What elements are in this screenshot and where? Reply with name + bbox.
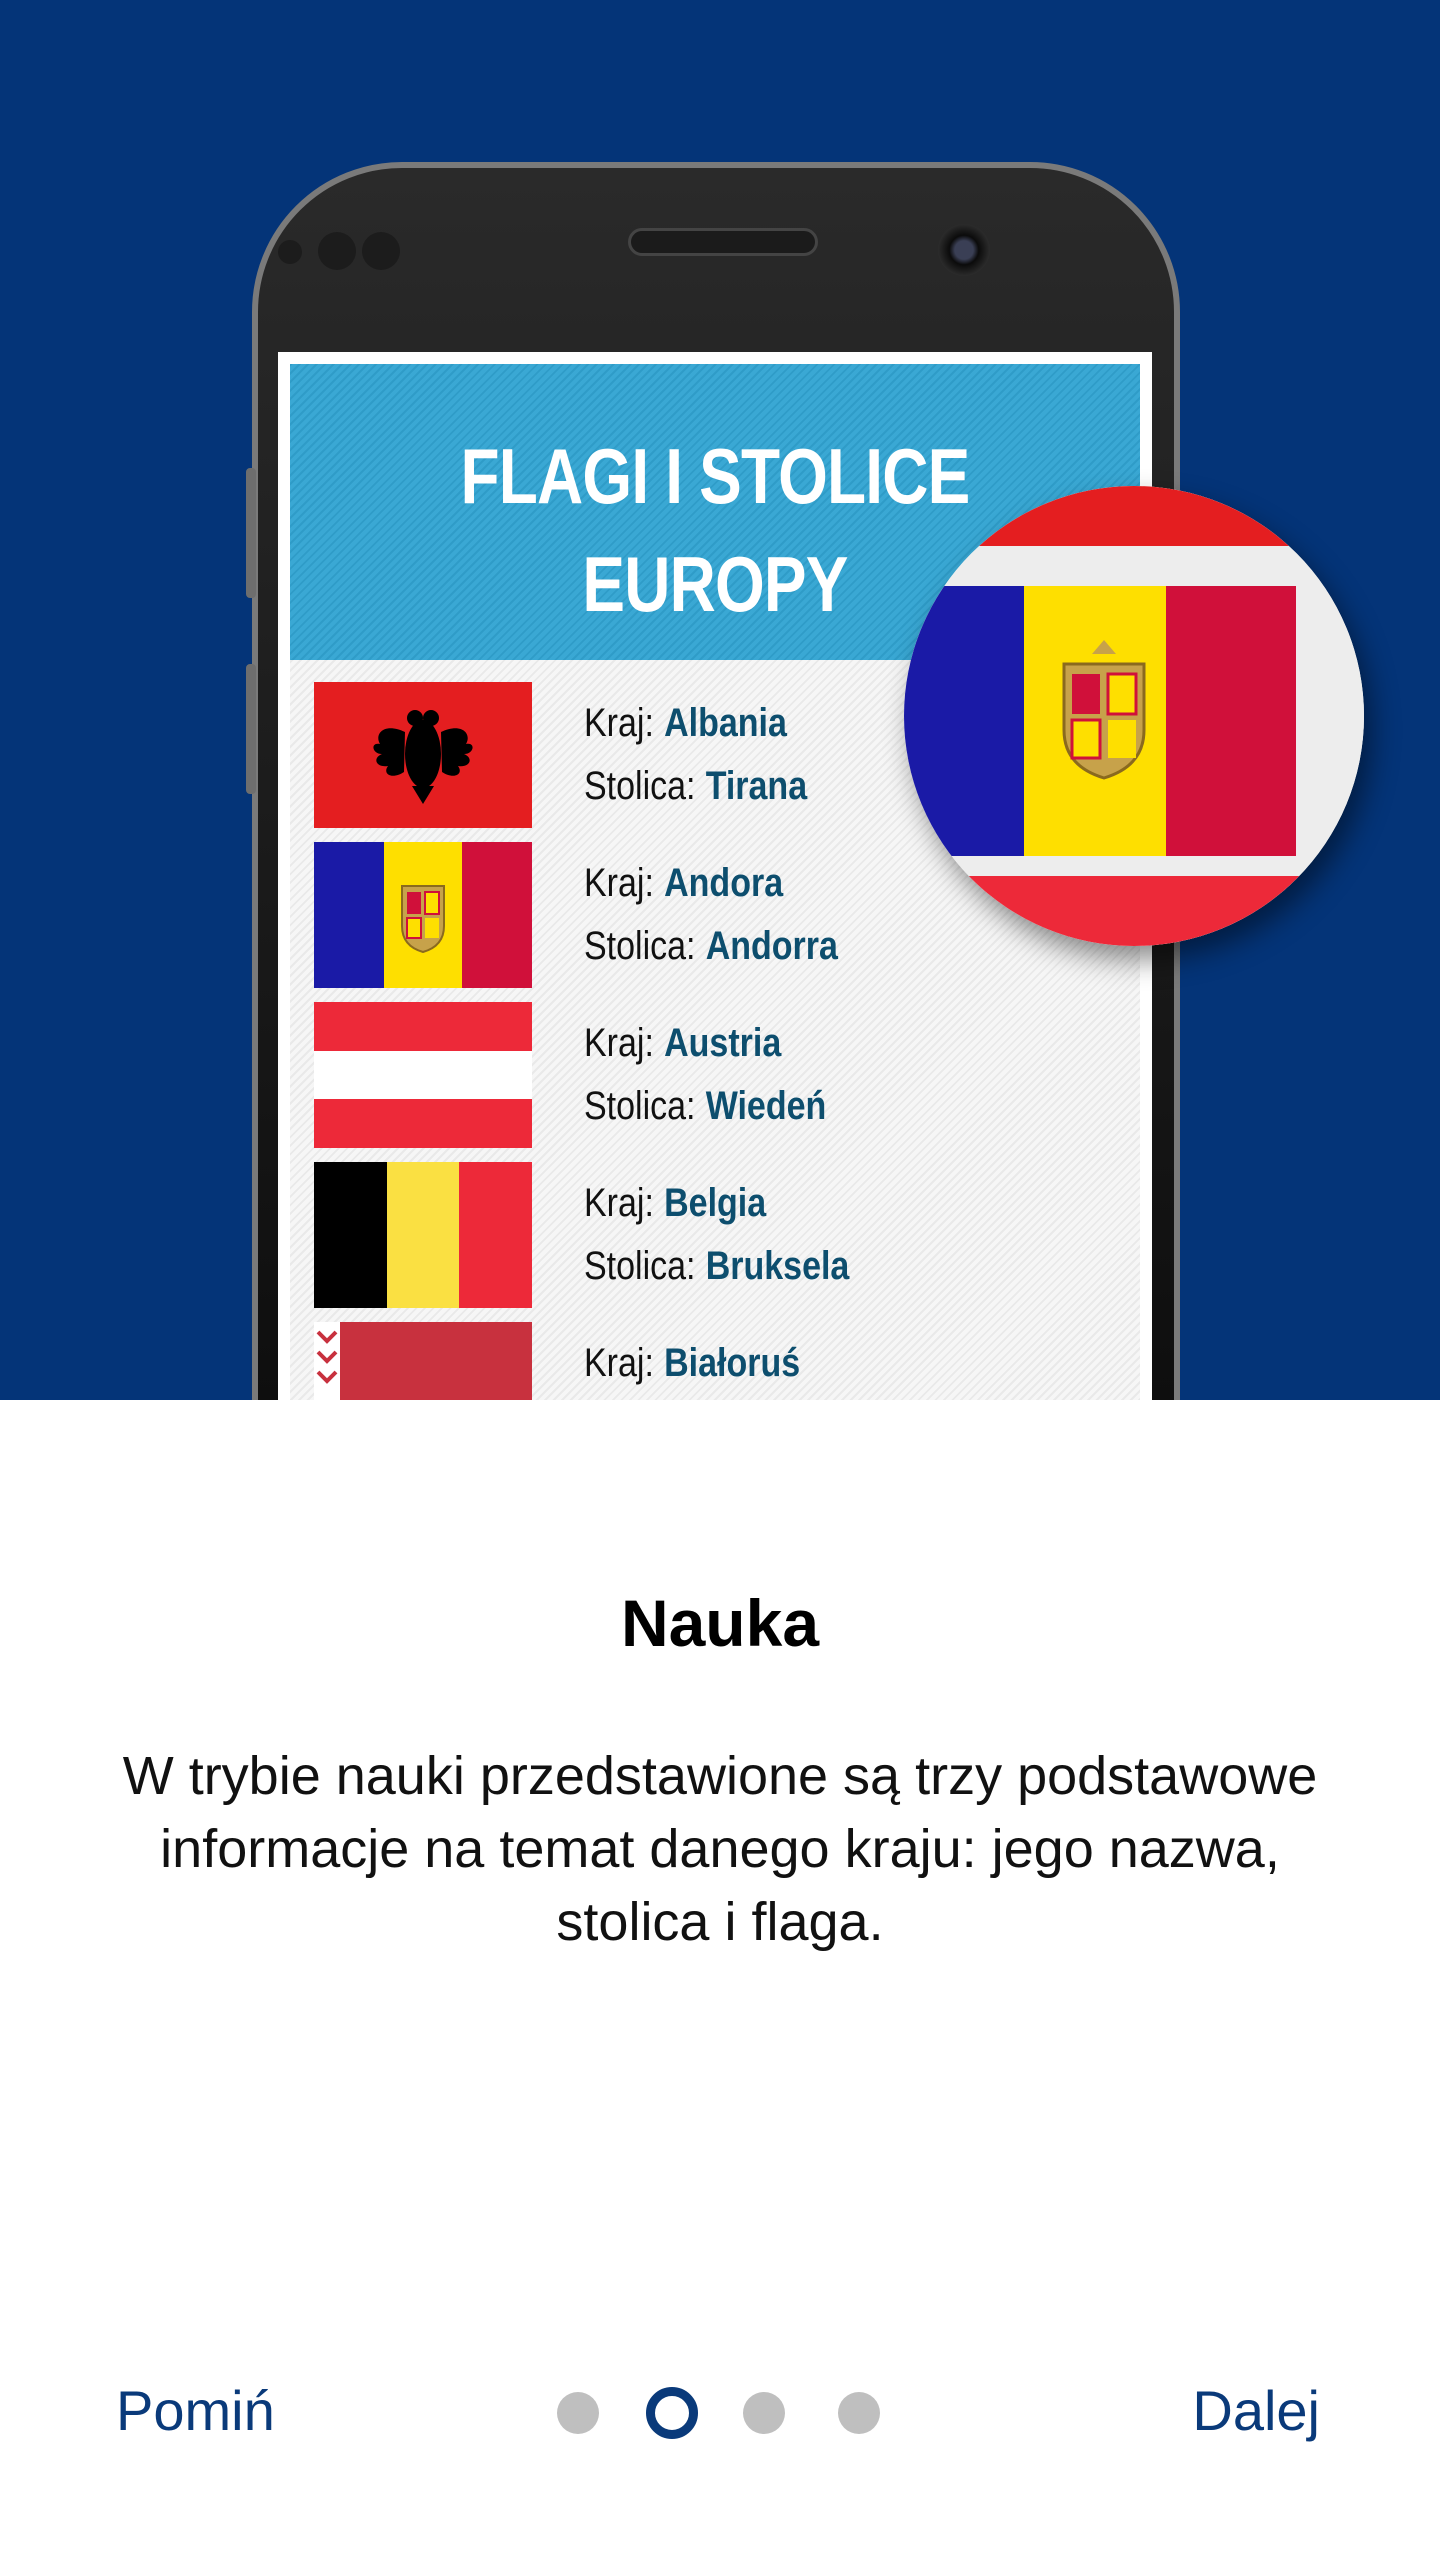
page-indicator-dot[interactable] [557, 2392, 599, 2434]
list-item: Kraj: Belgia Stolica: Bruksela [314, 1162, 1134, 1308]
slide-description: W trybie nauki przedstawione są trzy pod… [122, 1746, 1318, 1952]
page-indicator-dot[interactable] [838, 2392, 880, 2434]
list-item: Kraj:Białoruś Stolica: [314, 1322, 1134, 1400]
andorra-flag-icon [314, 842, 532, 988]
country-info: Kraj: Belgia Stolica: Bruksela [584, 1172, 849, 1298]
country-name: Albania [664, 701, 787, 745]
magnifier-zoom [904, 486, 1364, 946]
belarus-flag-icon [314, 1322, 532, 1400]
country-name: Austria [664, 1021, 782, 1065]
country-name: Andora [664, 861, 784, 905]
page-indicator-dot-active[interactable] [646, 2387, 698, 2439]
country-name: Belgia [664, 1181, 767, 1225]
country-info: Kraj: Albania Stolica: Tirana [584, 692, 807, 818]
country-info: Kraj: Andora Stolica: Andorra [584, 852, 838, 978]
country-label: Kraj: [584, 701, 654, 745]
country-label: Kraj: [584, 1181, 654, 1225]
slide-title: Nauka [620, 1586, 820, 1660]
belgium-flag-icon [314, 1162, 532, 1308]
capital-name: Tirana [705, 764, 808, 808]
list-item: Kraj: Austria Stolica: Wiedeń [314, 1002, 1134, 1148]
country-name: Białoruś [664, 1341, 801, 1385]
next-button[interactable]: Dalej [1192, 2378, 1320, 2443]
albania-flag-icon [314, 682, 532, 828]
capital-label: Stolica: [584, 924, 696, 968]
hero-illustration: FLAGI I STOLICE EUROPY Kraj: Albania Sto… [0, 0, 1440, 1400]
phone-sensor [278, 240, 302, 264]
page-indicator-dot[interactable] [743, 2392, 785, 2434]
phone-camera-icon [938, 224, 990, 276]
capital-label: Stolica: [584, 764, 696, 808]
capital-name: Andorra [705, 924, 838, 968]
country-info: Kraj: Austria Stolica: Wiedeń [584, 1012, 826, 1138]
skip-button[interactable]: Pomiń [116, 2378, 275, 2443]
capital-name: Wiedeń [705, 1084, 827, 1128]
country-label: Kraj: [584, 861, 654, 905]
country-label: Kraj: [584, 1021, 654, 1065]
capital-label: Stolica: [584, 1244, 696, 1288]
phone-sensor [318, 232, 356, 270]
austria-flag-icon [314, 1002, 532, 1148]
country-info: Kraj:Białoruś Stolica: [584, 1332, 800, 1400]
capital-label: Stolica: [584, 1084, 696, 1128]
phone-speaker [628, 228, 818, 256]
country-label: Kraj: [584, 1341, 654, 1385]
capital-name: Bruksela [705, 1244, 850, 1288]
banner-title-line1: FLAGI I STOLICE [460, 432, 971, 520]
phone-sensor [362, 232, 400, 270]
phone-side-button [246, 468, 256, 598]
phone-side-button [246, 664, 256, 794]
